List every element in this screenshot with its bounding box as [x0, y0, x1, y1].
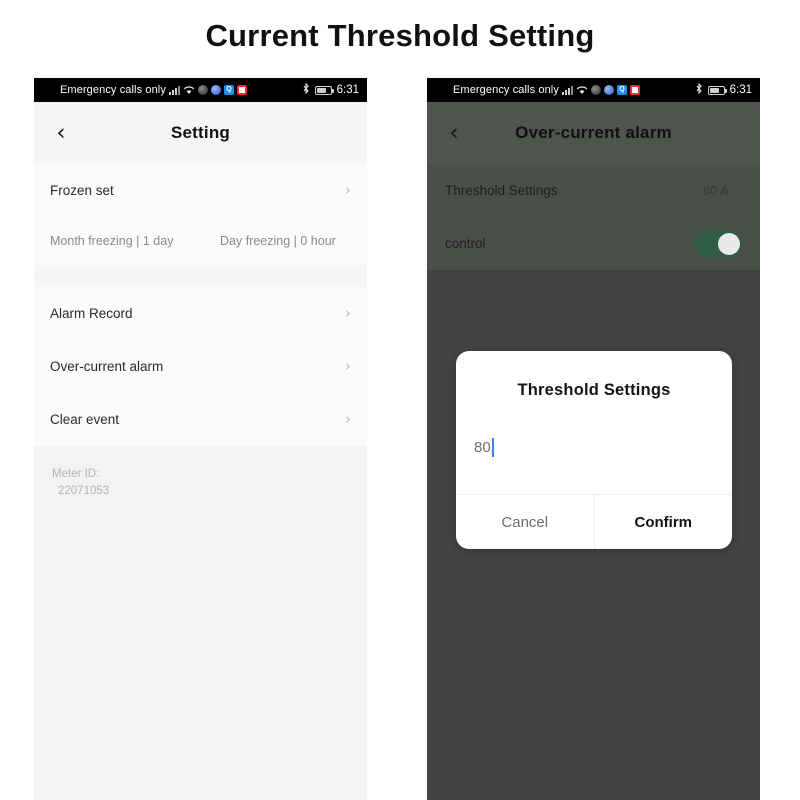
threshold-group: Threshold Settings 80 A › control [427, 164, 760, 270]
status-bar-left: Emergency calls only Q 6:31 [34, 78, 367, 102]
control-toggle[interactable] [695, 231, 742, 257]
globe-icon [198, 85, 208, 95]
status-bar-right-cluster: 6:31 [695, 83, 752, 97]
threshold-input-value[interactable]: 80 [474, 439, 491, 456]
signal-icon [169, 85, 180, 95]
text-caret [492, 438, 494, 457]
row-alarm-record[interactable]: Alarm Record › [34, 287, 367, 340]
row-over-current-alarm-label: Over-current alarm [50, 359, 345, 374]
status-bar-right: Emergency calls only Q 6:31 [427, 78, 760, 102]
row-clear-event[interactable]: Clear event › [34, 393, 367, 446]
status-bar-left-cluster: Emergency calls only Q [453, 84, 640, 96]
row-threshold-settings-label: Threshold Settings [445, 183, 703, 198]
day-freezing-label: Day freezing | 0 hour [220, 234, 336, 248]
confirm-button[interactable]: Confirm [594, 495, 733, 549]
meter-id-value: 22071053 [52, 483, 351, 500]
clock-label: 6:31 [337, 84, 359, 96]
status-bar-left-cluster: Emergency calls only Q [60, 84, 247, 96]
row-control-label: control [445, 236, 695, 251]
header-title-right: Over-current alarm [427, 123, 760, 143]
signal-icon [562, 85, 573, 95]
screenshot-root: Current Threshold Setting Emergency call… [0, 0, 800, 800]
globe-icon [591, 85, 601, 95]
status-bar-right-cluster: 6:31 [302, 83, 359, 97]
row-clear-event-label: Clear event [50, 412, 345, 427]
chevron-right-icon: › [736, 182, 742, 200]
phone-left: Emergency calls only Q 6:31 ‹ [34, 78, 367, 800]
toggle-knob [718, 233, 740, 255]
row-threshold-settings-value: 80 A [703, 183, 729, 198]
dialog-actions: Cancel Confirm [456, 494, 732, 549]
row-control[interactable]: control [427, 217, 760, 270]
phone-left-body: Frozen set › Month freezing | 1 day Day … [34, 164, 367, 800]
chevron-right-icon: › [345, 359, 351, 374]
freezing-summary-row: Month freezing | 1 day Day freezing | 0 … [34, 217, 367, 265]
row-alarm-record-label: Alarm Record [50, 306, 345, 321]
month-freezing-label: Month freezing | 1 day [50, 234, 220, 248]
carrier-label: Emergency calls only [453, 84, 559, 96]
app-red-icon [630, 85, 640, 95]
app-header-right: ‹ Over-current alarm [427, 102, 760, 164]
page-title: Current Threshold Setting [0, 18, 800, 54]
dialog-title: Threshold Settings [456, 351, 732, 400]
carrier-label: Emergency calls only [60, 84, 166, 96]
chevron-right-icon: › [345, 183, 351, 198]
clock-label: 6:31 [730, 84, 752, 96]
chrome-icon [211, 85, 221, 95]
battery-icon [708, 86, 725, 95]
chevron-right-icon: › [345, 412, 351, 427]
threshold-input-row[interactable]: 80 [474, 438, 494, 457]
wifi-icon [576, 85, 588, 95]
meter-id-section: Meter ID: 22071053 [34, 446, 367, 800]
bluetooth-icon [302, 83, 310, 97]
wifi-icon [183, 85, 195, 95]
threshold-settings-dialog: Threshold Settings 80 Cancel Confirm [456, 351, 732, 549]
row-frozen-set-label: Frozen set [50, 183, 345, 198]
section-divider-1 [34, 265, 367, 287]
qq-icon: Q [224, 85, 234, 95]
row-frozen-set[interactable]: Frozen set › [34, 164, 367, 217]
header-title-left: Setting [34, 123, 367, 143]
dialog-input-wrap[interactable]: 80 [456, 400, 732, 494]
frozen-set-group: Frozen set › Month freezing | 1 day Day … [34, 164, 367, 265]
row-over-current-alarm[interactable]: Over-current alarm › [34, 340, 367, 393]
app-red-icon [237, 85, 247, 95]
row-threshold-settings[interactable]: Threshold Settings 80 A › [427, 164, 760, 217]
chevron-right-icon: › [345, 306, 351, 321]
chrome-icon [604, 85, 614, 95]
meter-id-label: Meter ID: [52, 466, 351, 483]
qq-icon: Q [617, 85, 627, 95]
battery-icon [315, 86, 332, 95]
cancel-button[interactable]: Cancel [456, 495, 594, 549]
bluetooth-icon [695, 83, 703, 97]
alarm-group: Alarm Record › Over-current alarm › Clea… [34, 287, 367, 446]
app-header-left: ‹ Setting [34, 102, 367, 164]
